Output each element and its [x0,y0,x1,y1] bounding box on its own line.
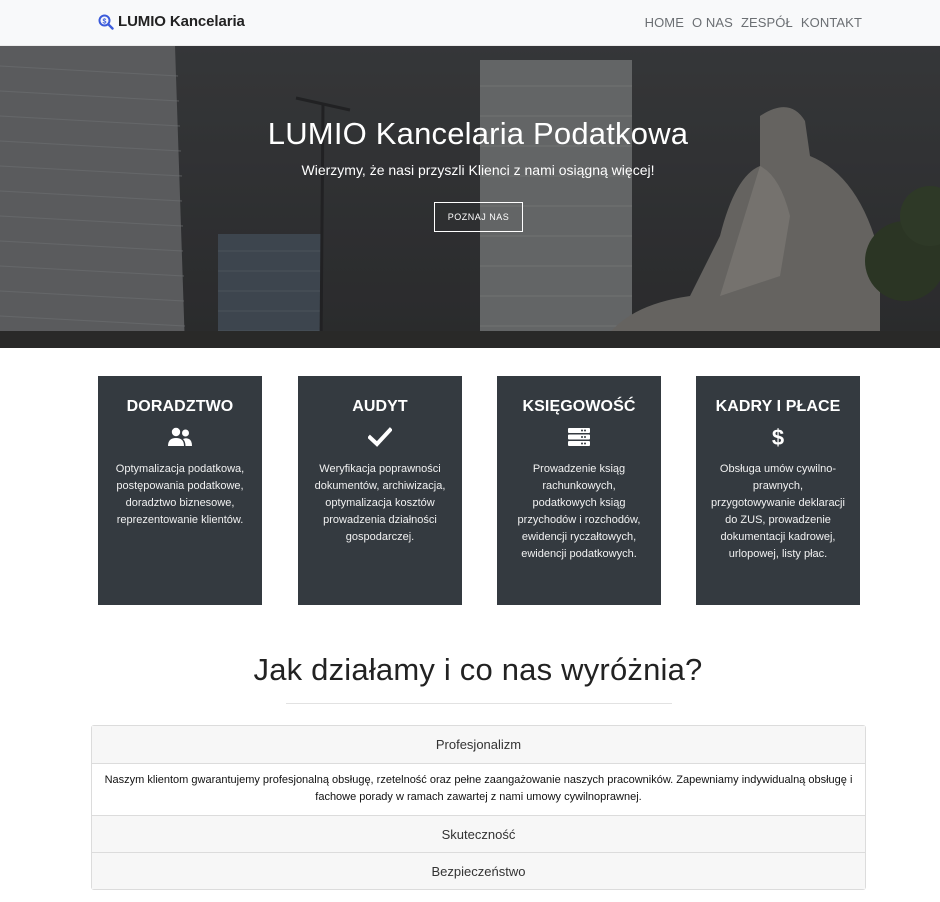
nav-link-home[interactable]: HOME [645,15,684,30]
service-description: Weryfikacja poprawności dokumentów, arch… [314,463,446,543]
service-description: Prowadzenie ksiąg rachunkowych, podatkow… [517,463,641,560]
users-icon [112,424,248,450]
nav-link-kontakt[interactable]: KONTAKT [801,15,862,30]
section-divider [286,703,672,704]
poznaj-nas-button[interactable]: POZNAJ NAS [434,202,523,232]
service-title: KADRY I PŁACE [715,398,841,415]
service-description: Obsługa umów cywilno-prawnych, przygotow… [711,463,845,560]
accordion-header-bezpieczenstwo[interactable]: Bezpieczeństwo [92,852,865,889]
service-card-ksiegowosc: KSIĘGOWOŚĆ Prowadzenie ksiąg rachunkowyc… [497,376,661,605]
service-card-audyt: AUDYT Weryfikacja poprawności dokumentów… [298,376,462,605]
search-dollar-icon: $ [98,14,114,30]
service-card-doradztwo: DORADZTWO Optymalizacja podatkowa, postę… [98,376,262,605]
section-title: Jak działamy i co nas wyróżnia? [253,652,703,687]
service-description: Optymalizacja podatkowa, postępowania po… [115,463,245,526]
service-card-kadry-i-place: KADRY I PŁACE $ Obsługa umów cywilno-pra… [696,376,860,605]
features-accordion: Profesjonalizm Naszym klientom gwarantuj… [91,725,866,890]
hero-title: LUMIO Kancelaria Podatkowa [267,116,689,151]
service-title: DORADZTWO [126,398,234,415]
accordion-header-profesjonalizm[interactable]: Profesjonalizm [92,726,865,763]
nav-link-zespol[interactable]: ZESPÓŁ [741,15,793,30]
accordion-body-profesjonalizm: Naszym klientom gwarantujemy profesjonal… [92,763,865,815]
hero-subtitle: Wierzymy, że nasi przyszli Klienci z nam… [301,162,655,178]
svg-text:$: $ [103,18,107,25]
nav-link-o-nas[interactable]: O NAS [692,15,733,30]
hero-section: LUMIO Kancelaria Podatkowa Wierzymy, że … [0,46,940,348]
navbar: $ LUMIO Kancelaria HOME O NAS ZESPÓŁ KON… [0,0,940,46]
hero-overlay [0,46,940,348]
service-title: AUDYT [352,398,408,415]
dollar-icon: $ [710,424,846,450]
server-icon [511,424,647,450]
brand-name: LUMIO Kancelaria [118,13,245,30]
brand-link[interactable]: $ LUMIO Kancelaria [98,13,245,30]
service-title: KSIĘGOWOŚĆ [522,398,636,415]
main-nav: HOME O NAS ZESPÓŁ KONTAKT [645,15,862,30]
svg-text:$: $ [772,425,784,449]
accordion-header-skutecznosc[interactable]: Skuteczność [92,815,865,852]
check-icon [312,424,448,450]
